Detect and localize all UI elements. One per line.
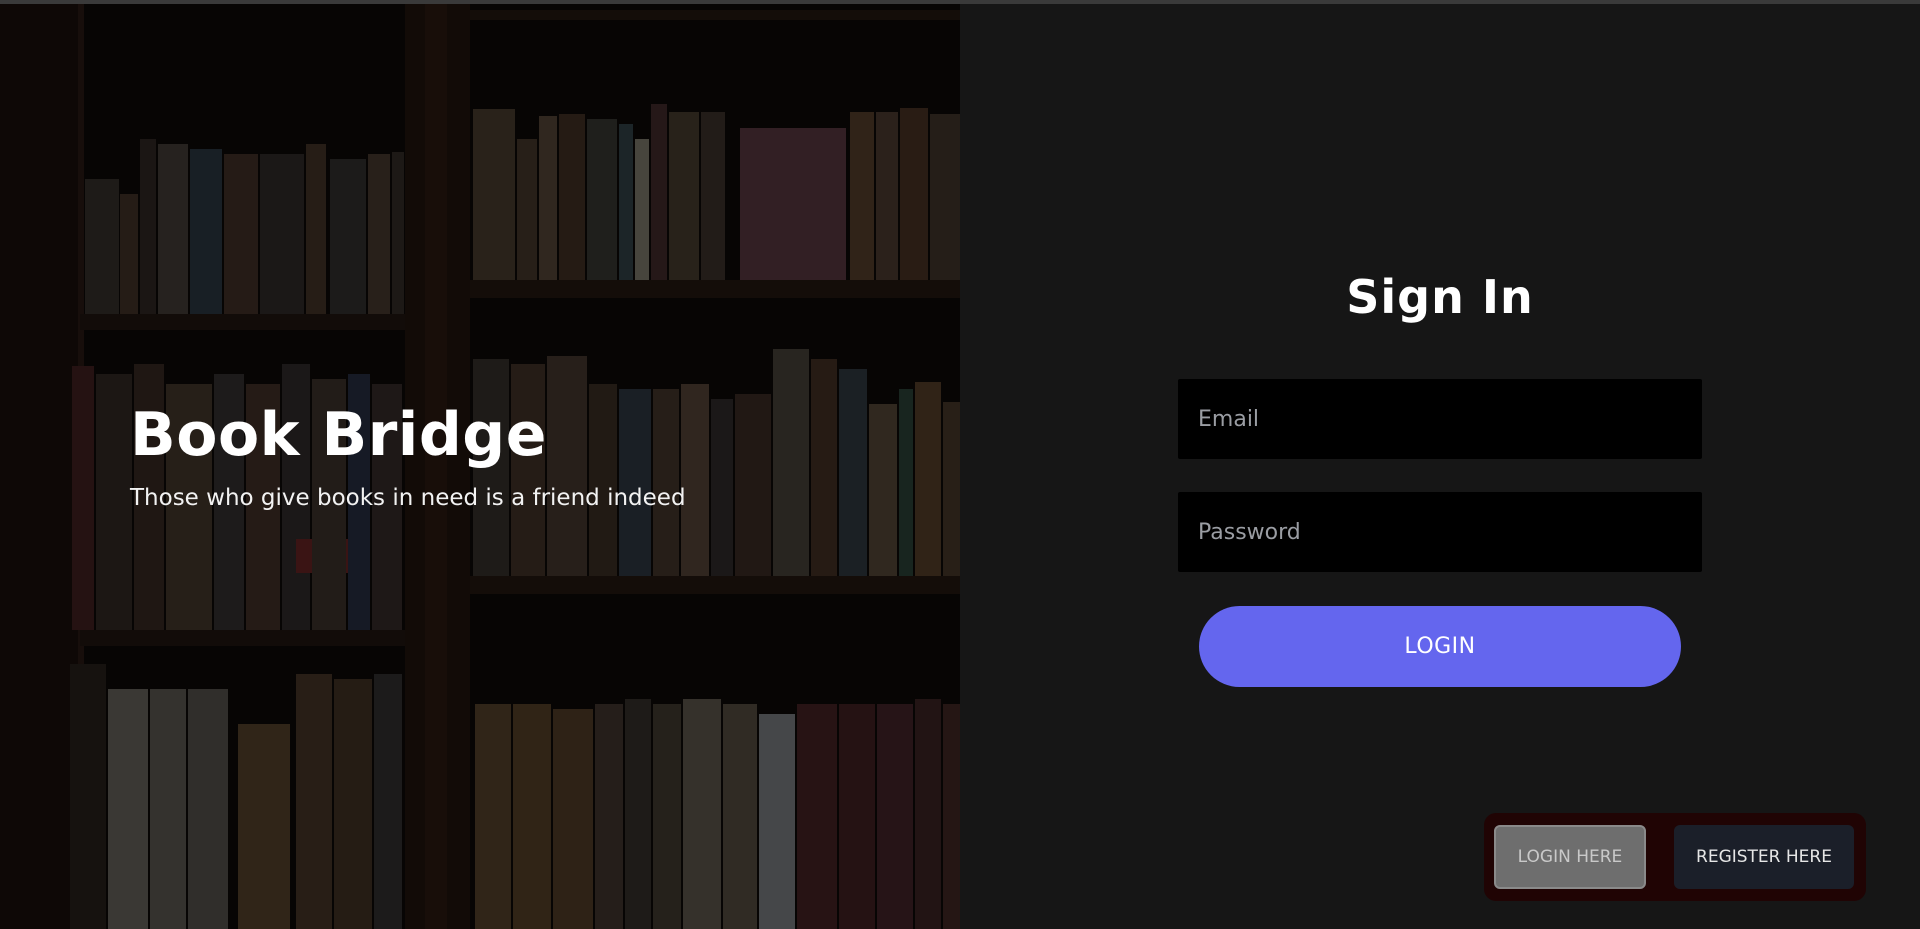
email-field[interactable] <box>1178 379 1702 459</box>
signin-title: Sign In <box>1346 270 1534 324</box>
hero-panel: Book Bridge Those who give books in need… <box>0 4 960 929</box>
login-button[interactable]: LOGIN <box>1199 606 1681 687</box>
brand-tagline: Those who give books in need is a friend… <box>130 485 686 511</box>
password-field[interactable] <box>1178 492 1702 572</box>
signin-panel: Sign In LOGIN LOGIN HERE REGISTER HERE <box>960 4 1920 929</box>
hero-text: Book Bridge Those who give books in need… <box>130 399 686 513</box>
auth-mode-switcher: LOGIN HERE REGISTER HERE <box>1484 813 1866 901</box>
login-here-button[interactable]: LOGIN HERE <box>1494 825 1646 889</box>
register-here-button[interactable]: REGISTER HERE <box>1674 825 1854 889</box>
brand-title: Book Bridge <box>130 400 547 470</box>
